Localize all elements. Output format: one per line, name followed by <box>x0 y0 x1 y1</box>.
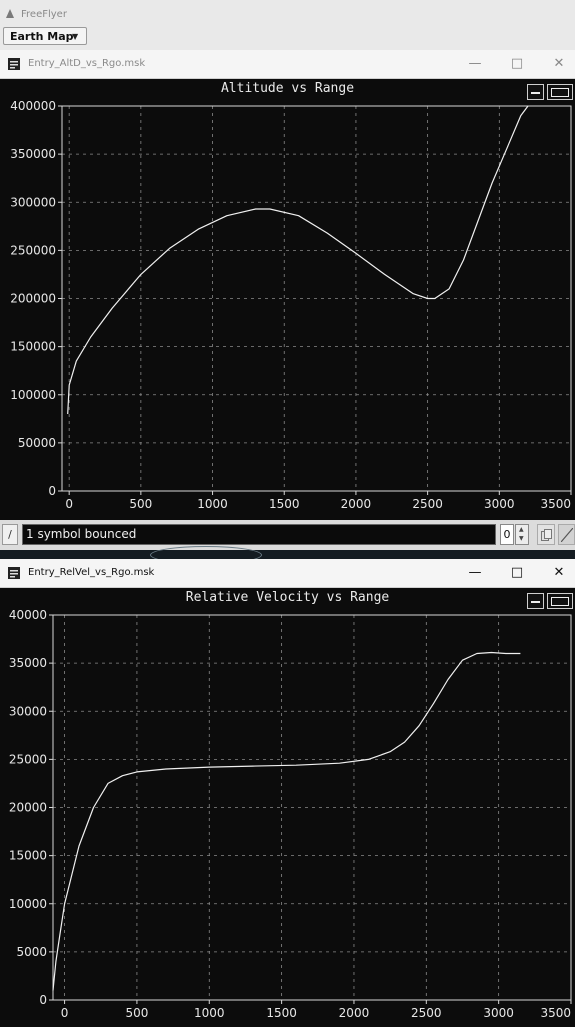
close-button[interactable]: ✕ <box>548 54 570 74</box>
maximize-button[interactable]: □ <box>506 563 528 583</box>
y-tick-label: 0 <box>39 993 47 1007</box>
y-tick-label: 35000 <box>9 656 47 670</box>
x-tick-label: 2000 <box>341 497 372 511</box>
x-tick-label: 3500 <box>540 497 571 511</box>
altitude-window-title: Entry_AltD_vs_Rgo.msk <box>28 58 146 69</box>
y-tick-label: 50000 <box>18 436 56 450</box>
x-tick-label: 2500 <box>412 497 443 511</box>
series-line <box>52 651 521 991</box>
x-tick-label: 1000 <box>194 1006 225 1020</box>
x-tick-label: 3500 <box>540 1006 571 1020</box>
minimize-button[interactable]: — <box>464 563 486 583</box>
x-tick-label: 0 <box>65 497 73 511</box>
y-tick-label: 300000 <box>10 195 56 209</box>
x-tick-label: 3000 <box>483 1006 514 1020</box>
stepper-up-icon[interactable]: ▲ <box>519 526 524 534</box>
command-mode-button[interactable]: / <box>2 524 18 545</box>
triangle-down-icon: ▼ <box>72 32 79 41</box>
y-tick-label: 200000 <box>10 292 56 306</box>
y-tick-label: 40000 <box>9 608 47 622</box>
y-tick-label: 5000 <box>16 945 47 959</box>
y-tick-label: 30000 <box>9 704 47 718</box>
counter-value[interactable]: 0 <box>500 524 514 545</box>
altitude-vs-range-chart: 0 500 1000 1500 2000 2500 3000 3500 0 50000 100000… <box>10 99 572 511</box>
x-tick-label: 1000 <box>197 497 228 511</box>
x-tick-label: 1500 <box>266 1006 297 1020</box>
y-tick-label: 15000 <box>9 849 47 863</box>
copy-icon <box>541 529 552 541</box>
desktop-background <box>0 550 575 559</box>
command-output-field[interactable]: 1 symbol bounced <box>22 524 496 545</box>
x-tick-label: 500 <box>125 1006 148 1020</box>
earth-map-dropdown[interactable]: Earth Map ▼ <box>3 27 87 45</box>
plot-window-icon <box>8 567 20 579</box>
y-tick-label: 250000 <box>10 243 56 257</box>
maximize-button[interactable]: □ <box>506 54 528 74</box>
app-title: FreeFlyer <box>21 9 67 20</box>
freeflyer-logo-icon <box>6 9 14 18</box>
y-tick-label: 10000 <box>9 897 47 911</box>
resize-handle[interactable] <box>558 524 575 545</box>
x-tick-label: 500 <box>129 497 152 511</box>
x-tick-label: 0 <box>61 1006 69 1020</box>
minimize-button[interactable]: — <box>464 54 486 74</box>
x-tick-label: 2500 <box>411 1006 442 1020</box>
stepper-down-icon[interactable]: ▼ <box>519 535 524 543</box>
velocity-window-title: Entry_RelVel_vs_Rgo.msk <box>28 567 155 578</box>
y-tick-label: 25000 <box>9 752 47 766</box>
x-tick-label: 1500 <box>269 497 300 511</box>
y-tick-label: 0 <box>48 484 56 498</box>
close-button[interactable]: ✕ <box>548 563 570 583</box>
y-tick-label: 150000 <box>10 340 56 354</box>
velocity-window-titlebar[interactable]: Entry_RelVel_vs_Rgo.msk — □ ✕ <box>0 559 575 588</box>
y-tick-label: 400000 <box>10 99 56 113</box>
series-line <box>67 105 529 415</box>
copy-button[interactable] <box>537 524 555 545</box>
app-bar: FreeFlyer Earth Map ▼ <box>0 0 575 51</box>
y-tick-label: 350000 <box>10 147 56 161</box>
resize-grip-icon <box>561 528 573 542</box>
altitude-plot-area: Altitude vs Range 0 500 1000 1500 2000 2500 30… <box>0 79 575 520</box>
y-tick-label: 100000 <box>10 388 56 402</box>
velocity-plot-area: Relative Velocity vs Range 0 500 1000 1500 2… <box>0 588 575 1027</box>
relative-velocity-vs-range-chart: 0 500 1000 1500 2000 2500 3000 3500050001000015… <box>9 608 572 1020</box>
x-tick-label: 2000 <box>339 1006 370 1020</box>
plot-window-icon <box>8 58 20 70</box>
command-bar: / 1 symbol bounced 0 ▲ ▼ <box>0 520 575 550</box>
dropdown-label: Earth Map <box>10 30 74 43</box>
x-tick-label: 3000 <box>484 497 515 511</box>
altitude-window-titlebar[interactable]: Entry_AltD_vs_Rgo.msk — □ ✕ <box>0 50 575 79</box>
command-output-text: 1 symbol bounced <box>26 527 137 541</box>
y-tick-label: 20000 <box>9 801 47 815</box>
counter-stepper[interactable]: ▲ ▼ <box>515 524 529 545</box>
